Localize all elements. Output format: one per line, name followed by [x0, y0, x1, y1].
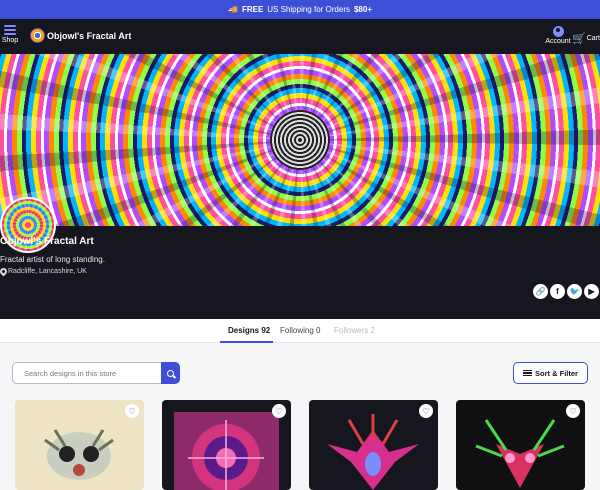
design-card[interactable]: ♡ [162, 400, 291, 490]
site-header: Shop Objowl's Fractal Art Account 🛒 Cart [0, 19, 600, 54]
cart-label: Cart [586, 35, 600, 42]
shop-menu-button[interactable]: Shop [0, 25, 20, 44]
link-icon[interactable]: 🔗 [533, 284, 548, 299]
store-logo-icon [30, 28, 45, 43]
facebook-icon[interactable]: f [550, 284, 565, 299]
cart-icon: 🛒 [572, 33, 586, 45]
search-button[interactable] [161, 362, 180, 384]
tab-designs[interactable]: Designs 92 [228, 326, 270, 335]
account-icon [552, 26, 564, 37]
search-icon [167, 369, 174, 377]
youtube-icon[interactable]: ▶ [584, 284, 599, 299]
promo-banner: 🚚 FREE US Shipping for Orders $80+ [0, 0, 600, 19]
shop-label: Shop [1, 37, 19, 44]
cart-button[interactable]: 🛒 Cart [572, 32, 600, 45]
promo-free: FREE [241, 5, 264, 14]
account-label: Account [545, 38, 571, 45]
store-name: Objowl's Fractal Art [0, 236, 94, 247]
tab-followers[interactable]: Followers 2 [334, 326, 375, 335]
twitter-icon[interactable]: 🐦 [567, 284, 582, 299]
store-banner-image [0, 54, 600, 226]
design-card[interactable]: ♡ [309, 400, 438, 490]
hamburger-icon [4, 25, 16, 35]
store-tabs: Designs 92 Following 0 Followers 2 [0, 319, 600, 343]
store-tagline: Fractal artist of long standing. [0, 255, 105, 264]
social-links: 🔗 f 🐦 ▶ [533, 284, 599, 299]
account-button[interactable]: Account [540, 26, 576, 45]
search-input[interactable]: Search designs in this store [12, 362, 161, 384]
location-text: Radcliffe, Lancashire, UK [8, 268, 87, 275]
active-tab-indicator [220, 341, 273, 343]
store-search: Search designs in this store [12, 362, 180, 384]
sort-filter-label: Sort & Filter [535, 368, 578, 378]
truck-icon: 🚚 [227, 5, 238, 14]
favorite-heart-icon[interactable]: ♡ [419, 404, 433, 418]
store-logo-link[interactable]: Objowl's Fractal Art [30, 28, 131, 43]
store-title: Objowl's Fractal Art [47, 30, 132, 41]
design-card[interactable]: ♡ [456, 400, 585, 490]
filter-icon [523, 368, 533, 377]
tab-following[interactable]: Following 0 [280, 326, 320, 335]
promo-amount: $80+ [353, 5, 373, 14]
favorite-heart-icon[interactable]: ♡ [272, 404, 286, 418]
store-location: Radcliffe, Lancashire, UK [0, 266, 87, 277]
design-card[interactable]: ♡ [15, 400, 144, 490]
sort-filter-button[interactable]: Sort & Filter [513, 362, 588, 384]
promo-text: US Shipping for Orders [267, 5, 350, 14]
favorite-heart-icon[interactable]: ♡ [566, 404, 580, 418]
favorite-heart-icon[interactable]: ♡ [125, 404, 139, 418]
